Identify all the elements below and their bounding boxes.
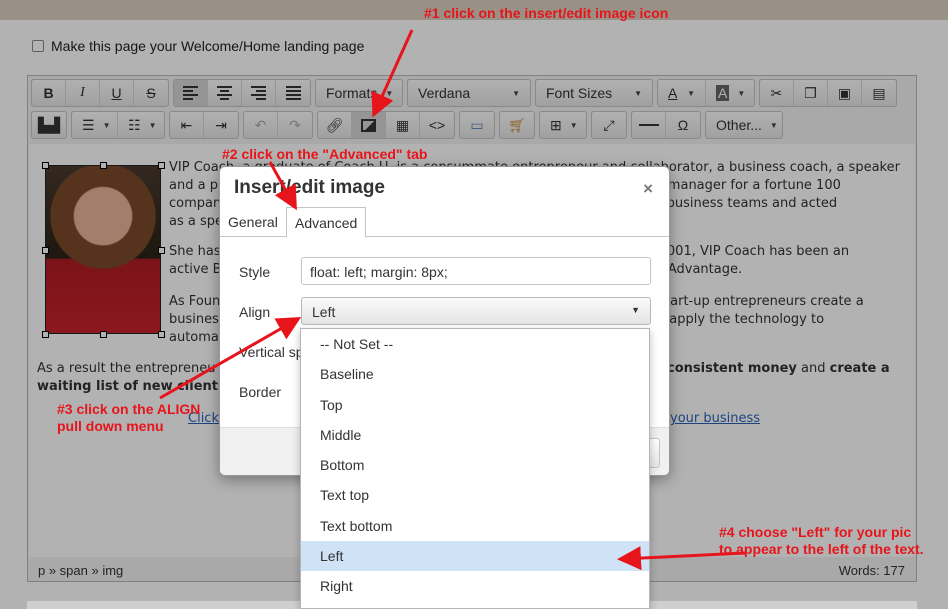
align-select-value: Left [312,304,336,320]
chevron-down-icon: ▼ [631,305,640,315]
annotation-line: #3 click on the ALIGN [57,401,201,417]
annotation-step-1: #1 click on the insert/edit image icon [424,5,669,21]
annotation-line: #4 choose "Left" for your pic [719,524,912,540]
align-dropdown-menu: -- Not Set -- Baseline Top Middle Bottom… [300,328,650,609]
annotation-line: pull down menu [57,418,164,434]
annotation-step-2: #2 click on the "Advanced" tab [222,146,428,162]
align-option[interactable]: -- Not Set -- [301,329,649,359]
annotation-line: to appear to the left of the text. [719,541,924,557]
annotation-step-4: #4 choose "Left" for your pic to appear … [719,524,924,558]
close-icon[interactable]: × [643,179,653,199]
vertical-space-label: Vertical sp [239,344,304,360]
align-option[interactable]: Text bottom [301,511,649,541]
dialog-tabs: General Advanced [220,207,669,238]
align-option-selected[interactable]: Left [301,541,649,572]
align-option[interactable]: Baseline [301,359,649,389]
annotation-step-3: #3 click on the ALIGN pull down menu [57,401,200,435]
align-option[interactable]: Bottom [301,450,649,480]
align-select[interactable]: Left ▼ [301,297,651,325]
tab-advanced[interactable]: Advanced [286,207,367,238]
align-option[interactable]: Text top [301,480,649,510]
style-input[interactable]: float: left; margin: 8px; [301,257,651,285]
style-label: Style [239,264,271,280]
align-option[interactable]: Middle [301,420,649,450]
border-label: Border [239,384,282,400]
align-option[interactable]: Right [301,571,649,601]
align-option[interactable]: Top [301,390,649,420]
dialog-title: Insert/edit image [234,177,385,198]
align-label: Align [239,304,271,320]
tab-general[interactable]: General [220,207,286,238]
